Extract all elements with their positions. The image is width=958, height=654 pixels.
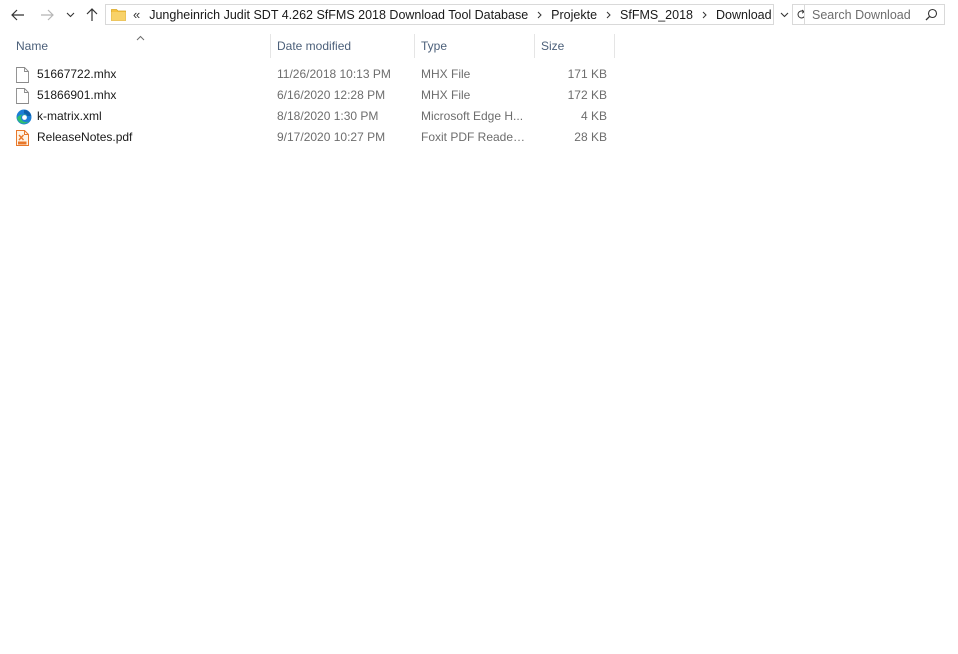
up-button[interactable]: [82, 5, 102, 25]
file-row[interactable]: ReleaseNotes.pdf 9/17/2020 10:27 PM Foxi…: [0, 127, 616, 148]
address-history-dropdown[interactable]: [776, 4, 792, 25]
folder-icon: [111, 8, 127, 22]
file-size: 172 KB: [567, 88, 607, 102]
column-divider[interactable]: [614, 34, 615, 58]
breadcrumb-item-projekte[interactable]: Projekte: [550, 8, 598, 22]
file-date-modified: 6/16/2020 12:28 PM: [277, 88, 386, 102]
file-row[interactable]: 51667722.mhx 11/26/2018 10:13 PM MHX Fil…: [0, 64, 616, 85]
back-button[interactable]: [8, 5, 28, 25]
file-name[interactable]: ReleaseNotes.pdf: [37, 127, 267, 148]
forward-button[interactable]: [37, 5, 57, 25]
column-header-date-modified[interactable]: Date modified: [271, 34, 414, 58]
search-box[interactable]: [804, 4, 945, 25]
edge-icon: [16, 106, 34, 127]
chevron-right-icon[interactable]: [702, 11, 707, 19]
file-size: 4 KB: [580, 109, 607, 123]
file-row[interactable]: 51866901.mhx 6/16/2020 12:28 PM MHX File…: [0, 85, 616, 106]
column-header-row: Name Date modified Type Size: [0, 34, 616, 58]
file-name[interactable]: 51866901.mhx: [37, 85, 267, 106]
file-type: Foxit PDF Reader ...: [421, 130, 527, 144]
navigation-bar: « Jungheinrich Judit SDT 4.262 SfFMS 201…: [0, 0, 958, 30]
column-header-size[interactable]: Size: [535, 34, 615, 58]
chevron-down-icon: [780, 12, 788, 17]
search-input[interactable]: [812, 7, 922, 22]
file-date-modified: 11/26/2018 10:13 PM: [277, 67, 391, 81]
file-name[interactable]: k-matrix.xml: [37, 106, 267, 127]
arrow-up-icon: [86, 8, 98, 21]
breadcrumb: Jungheinrich Judit SDT 4.262 SfFMS 2018 …: [148, 8, 772, 22]
file-row[interactable]: k-matrix.xml 8/18/2020 1:30 PM Microsoft…: [0, 106, 616, 127]
address-bar[interactable]: « Jungheinrich Judit SDT 4.262 SfFMS 201…: [105, 4, 774, 25]
column-header-name[interactable]: Name: [10, 34, 270, 58]
file-explorer-window: « Jungheinrich Judit SDT 4.262 SfFMS 201…: [0, 0, 958, 654]
arrow-right-icon: [41, 9, 54, 21]
file-size: 171 KB: [567, 67, 607, 81]
recent-locations-button[interactable]: [62, 5, 78, 25]
search-icon[interactable]: [925, 8, 938, 24]
breadcrumb-item-download[interactable]: Download: [715, 8, 773, 22]
file-type: Microsoft Edge H...: [421, 109, 524, 123]
file-type: MHX File: [421, 67, 471, 81]
file-name[interactable]: 51667722.mhx: [37, 64, 267, 85]
pdf-icon: [16, 127, 34, 148]
chevron-right-icon[interactable]: [537, 11, 542, 19]
file-list: 51667722.mhx 11/26/2018 10:13 PM MHX Fil…: [0, 64, 616, 148]
file-size: 28 KB: [574, 130, 607, 144]
file-type: MHX File: [421, 88, 471, 102]
generic-file-icon: [16, 64, 34, 85]
file-date-modified: 9/17/2020 10:27 PM: [277, 130, 386, 144]
generic-file-icon: [16, 85, 34, 106]
arrow-left-icon: [11, 9, 24, 21]
address-overflow-button[interactable]: «: [133, 7, 140, 22]
chevron-down-icon: [66, 12, 74, 18]
breadcrumb-item-sffms-2018[interactable]: SfFMS_2018: [619, 8, 694, 22]
chevron-right-icon[interactable]: [606, 11, 611, 19]
file-date-modified: 8/18/2020 1:30 PM: [277, 109, 379, 123]
column-header-type[interactable]: Type: [415, 34, 535, 58]
breadcrumb-item-judit-database[interactable]: Jungheinrich Judit SDT 4.262 SfFMS 2018 …: [148, 8, 529, 22]
